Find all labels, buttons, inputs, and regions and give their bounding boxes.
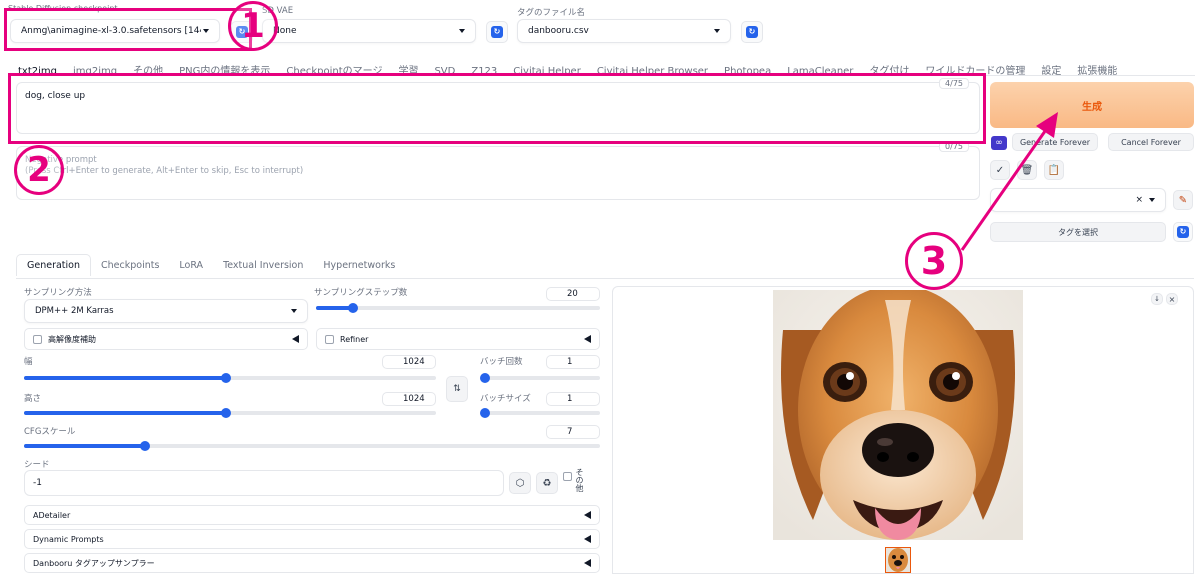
clear-icon[interactable]: × (1135, 195, 1143, 205)
chevron-down-icon (459, 29, 465, 33)
batch-count-input[interactable]: 1 (546, 355, 600, 369)
vae-dropdown[interactable]: None (262, 19, 476, 43)
generated-image[interactable] (773, 290, 1023, 540)
batch-size-slider-knob[interactable] (480, 408, 490, 418)
generate-label: 生成 (1082, 101, 1102, 113)
hires-fix-accordion[interactable]: 高解像度補助 (24, 328, 308, 350)
subtabs-divider (16, 278, 1194, 279)
download-icon: ↓ (1154, 295, 1160, 303)
collapse-arrow-icon (584, 335, 591, 343)
gallery-thumbnail[interactable] (885, 547, 911, 573)
batch-size-label: バッチサイズ (480, 394, 531, 404)
subtab-checkpoints[interactable]: Checkpoints (91, 255, 169, 276)
annotation-number-1: 1 (228, 1, 278, 51)
download-button[interactable]: ↓ (1151, 293, 1163, 305)
sampler-value: DPM++ 2M Karras (35, 306, 114, 316)
cfg-slider-knob[interactable] (139, 441, 150, 451)
height-slider[interactable] (24, 408, 436, 418)
width-label: 幅 (24, 357, 33, 367)
danbooru-label: Danbooru タグアップサンプラー (33, 558, 155, 568)
subtab-textual-inversion[interactable]: Textual Inversion (213, 255, 313, 276)
width-slider-knob[interactable] (220, 373, 231, 383)
steps-slider-knob[interactable] (347, 303, 358, 313)
refiner-accordion[interactable]: Refiner (316, 328, 600, 350)
collapse-arrow-icon (584, 535, 591, 543)
tag-file-dropdown[interactable]: danbooru.csv (517, 19, 731, 43)
cfg-input[interactable]: 7 (546, 425, 600, 439)
hires-fix-label: 高解像度補助 (48, 334, 96, 344)
subtab-generation[interactable]: Generation (16, 254, 91, 276)
annotation-box-prompt (8, 73, 986, 144)
batch-count-slider-knob[interactable] (480, 373, 490, 383)
batch-size-slider[interactable] (480, 408, 600, 418)
subtab-hypernetworks[interactable]: Hypernetworks (313, 255, 405, 276)
annotation-box-checkpoint (4, 8, 252, 51)
annotation-number-2: 2 (14, 145, 64, 195)
width-slider-fill (24, 376, 226, 380)
recycle-icon: ♻ (542, 477, 552, 489)
extra-seed-label: その他 (575, 468, 584, 492)
sampler-dropdown[interactable]: DPM++ 2M Karras (24, 299, 308, 323)
negative-prompt-textarea[interactable]: Negative prompt (Press Ctrl+Enter to gen… (16, 141, 980, 200)
refresh-icon: ↻ (491, 26, 503, 38)
adetailer-accordion[interactable]: ADetailer (24, 505, 600, 525)
extra-seed-checkbox[interactable] (563, 472, 572, 481)
hires-fix-checkbox[interactable] (33, 334, 42, 344)
tag-file-label: タグのファイル名 (517, 8, 586, 18)
width-input[interactable]: 1024 (382, 355, 436, 369)
tag-file-value: danbooru.csv (528, 26, 589, 36)
cancel-forever-button[interactable]: Cancel Forever (1108, 133, 1194, 151)
dice-icon: ⬡ (515, 477, 525, 489)
annotation-arrow (960, 112, 1058, 251)
tag-refresh-button[interactable]: ↻ (1173, 222, 1193, 242)
collapse-arrow-icon (292, 335, 299, 343)
refresh-icon: ↻ (746, 26, 758, 38)
extra-seed-toggle[interactable]: その他 (563, 468, 603, 496)
vae-refresh-button[interactable]: ↻ (486, 21, 508, 43)
close-gallery-button[interactable]: × (1166, 293, 1178, 305)
seed-label: シード (24, 460, 50, 470)
steps-input[interactable]: 20 (546, 287, 600, 301)
cfg-slider-fill (24, 444, 145, 448)
batch-count-slider[interactable] (480, 373, 600, 383)
refiner-checkbox[interactable] (325, 334, 334, 344)
danbooru-accordion[interactable]: Danbooru タグアップサンプラー (24, 553, 600, 573)
batch-size-input[interactable]: 1 (546, 392, 600, 406)
swap-dimensions-button[interactable]: ⇅ (446, 376, 468, 402)
annotation-number-3: 3 (905, 232, 963, 290)
refiner-label: Refiner (340, 334, 369, 344)
swap-icon: ⇅ (453, 384, 461, 394)
steps-label: サンプリングステップ数 (314, 288, 408, 298)
height-slider-knob[interactable] (220, 408, 231, 418)
seed-value: -1 (33, 478, 42, 488)
random-seed-button[interactable]: ⬡ (509, 472, 531, 494)
adetailer-label: ADetailer (33, 510, 71, 520)
refresh-icon: ↻ (1177, 226, 1189, 238)
dynamic-prompts-accordion[interactable]: Dynamic Prompts (24, 529, 600, 549)
height-label: 高さ (24, 394, 42, 404)
subtab-lora[interactable]: LoRA (169, 255, 213, 276)
subtabs: Generation Checkpoints LoRA Textual Inversi… (16, 254, 405, 276)
pencil-icon: ✎ (1178, 194, 1188, 206)
negative-prompt-placeholder: Negative prompt (Press Ctrl+Enter to gen… (25, 155, 304, 176)
height-slider-fill (24, 411, 226, 415)
width-slider[interactable] (24, 373, 436, 383)
seed-input[interactable]: -1 (24, 470, 504, 496)
chevron-down-icon (1149, 198, 1155, 202)
height-input[interactable]: 1024 (382, 392, 436, 406)
steps-slider[interactable] (316, 303, 600, 313)
cfg-slider[interactable] (24, 441, 600, 451)
close-icon: × (1168, 294, 1176, 304)
chevron-down-icon (714, 29, 720, 33)
chevron-down-icon (291, 309, 297, 313)
dynamic-prompts-label: Dynamic Prompts (33, 534, 104, 544)
sampler-label: サンプリング方法 (24, 288, 92, 298)
collapse-arrow-icon (584, 511, 591, 519)
batch-count-label: バッチ回数 (480, 357, 523, 367)
tag-file-refresh-button[interactable]: ↻ (741, 21, 763, 43)
edit-style-button[interactable]: ✎ (1173, 190, 1193, 210)
cfg-label: CFGスケール (24, 427, 76, 437)
collapse-arrow-icon (584, 559, 591, 567)
reuse-seed-button[interactable]: ♻ (536, 472, 558, 494)
